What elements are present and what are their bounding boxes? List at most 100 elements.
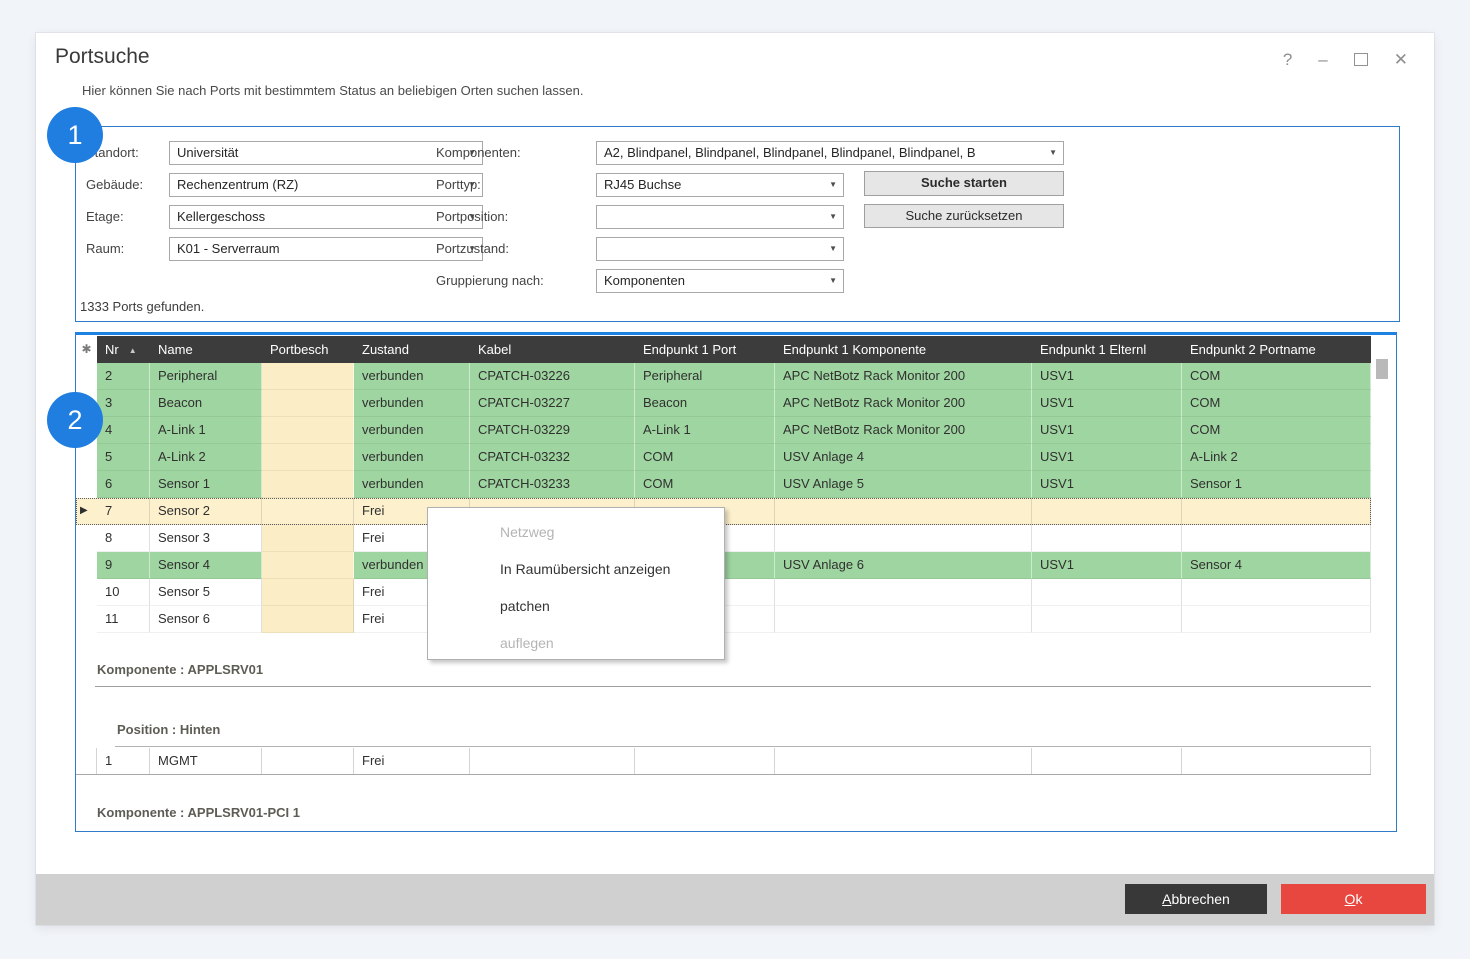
table-row[interactable]: 1 MGMT Frei	[76, 748, 1371, 775]
group-header-komponente[interactable]: Komponente : APPLSRV01	[97, 662, 263, 677]
cell-nr: 1	[97, 748, 150, 774]
cell-name: Sensor 5	[150, 579, 262, 606]
results-table-panel: ✱ Nr▲ Name Portbesch Zustand Kabel Endpu…	[75, 332, 1397, 832]
ok-button[interactable]: Ok	[1281, 884, 1426, 914]
cell-name: Sensor 2	[150, 498, 262, 525]
cell-ep1-port: COM	[635, 444, 775, 471]
cell-ep1-eltern	[1032, 579, 1182, 606]
cell-zustand: verbunden	[354, 390, 470, 417]
chevron-down-icon: ▼	[829, 213, 837, 221]
column-header-nr[interactable]: Nr▲	[97, 336, 150, 363]
cell-ep1-eltern	[1032, 606, 1182, 633]
column-header-ep2-portname[interactable]: Endpunkt 2 Portname	[1182, 336, 1371, 363]
cell-portbesch	[262, 525, 354, 552]
maximize-icon[interactable]	[1354, 53, 1368, 66]
portsuche-dialog: Portsuche Hier können Sie nach Ports mit…	[36, 33, 1434, 925]
cell-nr: 9	[97, 552, 150, 579]
cell-nr: 4	[97, 417, 150, 444]
table-row[interactable]: 6 Sensor 1 verbunden CPATCH-03233 COM US…	[76, 471, 1371, 498]
chevron-down-icon: ▼	[829, 181, 837, 189]
cell-ep1-komponente: APC NetBotz Rack Monitor 200	[775, 363, 1032, 390]
customize-columns-icon[interactable]: ✱	[76, 336, 97, 363]
suche-zuruecksetzen-button[interactable]: Suche zurücksetzen	[864, 204, 1064, 228]
porttyp-select[interactable]: RJ45 Buchse ▼	[596, 173, 844, 197]
suche-starten-button[interactable]: Suche starten	[864, 171, 1064, 196]
page-title: Portsuche	[55, 45, 150, 69]
cell-name: A-Link 2	[150, 444, 262, 471]
dialog-subtitle: Hier können Sie nach Ports mit bestimmte…	[82, 83, 583, 98]
cell-ep2-portname: A-Link 2	[1182, 444, 1371, 471]
cell-name: Sensor 4	[150, 552, 262, 579]
cell-ep1-komponente	[775, 498, 1032, 525]
portposition-select[interactable]: ▼	[596, 205, 844, 229]
cell-portbesch	[262, 552, 354, 579]
gruppierung-select[interactable]: Komponenten ▼	[596, 269, 844, 293]
cell-nr: 3	[97, 390, 150, 417]
cell-ep1-komponente: APC NetBotz Rack Monitor 200	[775, 390, 1032, 417]
cell-portbesch	[262, 471, 354, 498]
cell-kabel: CPATCH-03229	[470, 417, 635, 444]
callout-badge-2: 2	[47, 392, 103, 448]
cell-portbesch	[262, 363, 354, 390]
column-header-ep1-komponente[interactable]: Endpunkt 1 Komponente	[775, 336, 1032, 363]
cell-kabel: CPATCH-03233	[470, 471, 635, 498]
cell-ep2-portname	[1182, 525, 1371, 552]
cell-name: Sensor 1	[150, 471, 262, 498]
cell-portbesch	[262, 498, 354, 525]
context-menu: Netzweg In Raumübersicht anzeigen patche…	[427, 507, 725, 660]
cell-ep1-komponente	[775, 748, 1032, 774]
close-icon[interactable]: ✕	[1394, 51, 1408, 68]
help-icon[interactable]: ?	[1283, 51, 1292, 68]
cell-kabel: CPATCH-03226	[470, 363, 635, 390]
cell-name: Peripheral	[150, 363, 262, 390]
portposition-label: Portposition:	[436, 205, 508, 229]
cell-name: Sensor 6	[150, 606, 262, 633]
komponenten-select[interactable]: A2, Blindpanel, Blindpanel, Blindpanel, …	[596, 141, 1064, 165]
abbrechen-button[interactable]: Abbrechen	[1125, 884, 1267, 914]
minimize-icon[interactable]: –	[1318, 51, 1327, 68]
group-header-position[interactable]: Position : Hinten	[117, 722, 220, 737]
column-header-ep1-port[interactable]: Endpunkt 1 Port	[635, 336, 775, 363]
cell-name: A-Link 1	[150, 417, 262, 444]
sort-ascending-icon: ▲	[129, 346, 137, 355]
cell-ep1-eltern	[1032, 748, 1182, 774]
cell-zustand: verbunden	[354, 471, 470, 498]
gebaeude-label: Gebäude:	[86, 173, 143, 197]
cell-name: MGMT	[150, 748, 262, 774]
table-row[interactable]: 2 Peripheral verbunden CPATCH-03226 Peri…	[76, 363, 1371, 390]
cell-kabel	[470, 748, 635, 774]
cell-zustand: verbunden	[354, 417, 470, 444]
column-header-name[interactable]: Name	[150, 336, 262, 363]
menu-item-raumuebersicht[interactable]: In Raumübersicht anzeigen	[428, 551, 724, 588]
menu-item-auflegen: auflegen	[428, 625, 724, 662]
search-form-panel: Standort: Gebäude: Etage: Raum: Universi…	[75, 126, 1400, 322]
cell-zustand: verbunden	[354, 363, 470, 390]
cell-ep2-portname: COM	[1182, 417, 1371, 444]
table-row[interactable]: 5 A-Link 2 verbunden CPATCH-03232 COM US…	[76, 444, 1371, 471]
cell-ep1-eltern: USV1	[1032, 417, 1182, 444]
portzustand-select[interactable]: ▼	[596, 237, 844, 261]
menu-item-patchen[interactable]: patchen	[428, 588, 724, 625]
table-row[interactable]: 3 Beacon verbunden CPATCH-03227 Beacon A…	[76, 390, 1371, 417]
cell-ep1-eltern: USV1	[1032, 444, 1182, 471]
column-header-portbesch[interactable]: Portbesch	[262, 336, 354, 363]
menu-item-netzweg: Netzweg	[428, 514, 724, 551]
cell-ep1-komponente: USV Anlage 6	[775, 552, 1032, 579]
cell-nr: 8	[97, 525, 150, 552]
cell-ep1-komponente: USV Anlage 5	[775, 471, 1032, 498]
dialog-footer: Abbrechen Ok	[36, 874, 1434, 925]
column-header-ep1-eltern[interactable]: Endpunkt 1 Elternl	[1032, 336, 1182, 363]
table-row[interactable]: 4 A-Link 1 verbunden CPATCH-03229 A-Link…	[76, 417, 1371, 444]
cell-kabel: CPATCH-03232	[470, 444, 635, 471]
cell-name: Sensor 3	[150, 525, 262, 552]
column-header-kabel[interactable]: Kabel	[470, 336, 635, 363]
column-header-zustand[interactable]: Zustand	[354, 336, 470, 363]
vertical-scrollbar-thumb[interactable]	[1376, 359, 1388, 379]
group-header-komponente-pci[interactable]: Komponente : APPLSRV01-PCI 1	[97, 805, 300, 820]
cell-ep2-portname: COM	[1182, 390, 1371, 417]
cell-ep2-portname: Sensor 4	[1182, 552, 1371, 579]
result-count: 1333 Ports gefunden.	[80, 299, 204, 314]
cell-ep2-portname	[1182, 579, 1371, 606]
cell-ep1-eltern: USV1	[1032, 363, 1182, 390]
cell-ep2-portname: COM	[1182, 363, 1371, 390]
